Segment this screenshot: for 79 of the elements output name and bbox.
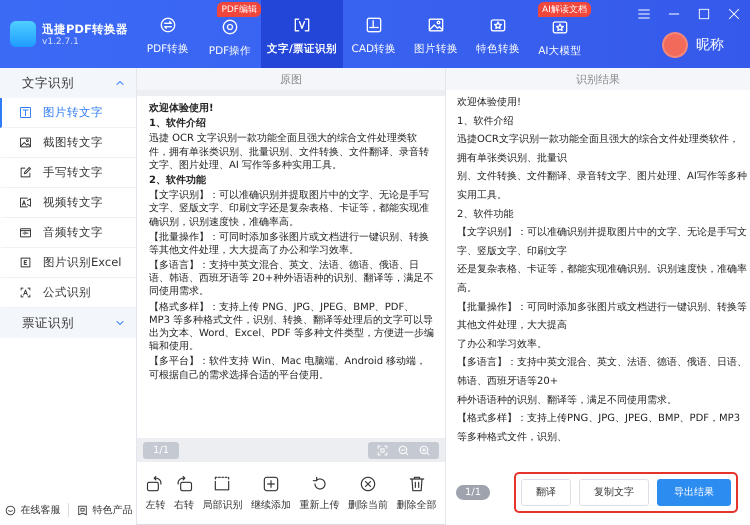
document-paragraph: 迅捷 OCR 文字识别一款功能全面且强大的综合文件处理类软件，拥有单张类识别、批量识别、文件转换、文件翻译、录音转文字、图片处理、AI 写作等多种实用工具。 [149,132,430,172]
text-icon [18,105,33,120]
group-title: 文字识别 [22,74,74,92]
exchange-icon [158,15,178,35]
toolbar-button[interactable]: 继续添加 [250,474,291,512]
result-line: 字、竖版文字、印刷文字 [457,244,567,259]
result-line: 等多种格式文件，识别、 [457,430,567,445]
app-name: 迅捷PDF转换器 [42,22,128,36]
toolbar-button[interactable]: 删除全部 [396,474,437,512]
sidebar-item[interactable]: 视频转文字 [0,188,136,218]
bookmark-icon [76,504,88,516]
pen-icon [18,165,33,180]
nav-tab[interactable]: CAD转换 [342,0,405,68]
document-heading: 欢迎体验使用! [149,102,215,116]
result-line: 其他文件处理，大大提高 [457,318,567,334]
result-line: 实用工具。 [457,188,507,203]
document-paragraph: 【多语言】：支持中英文混合、英文、法语、德语、俄语、日语、韩语、西班牙语等 20+种外语语种的识别、翻译等，满足不同使用需求。 [149,259,434,299]
toolbar-button[interactable]: 删除当前 [348,474,388,512]
sidebar-item[interactable]: 手写转文字 [0,158,136,188]
panel-title: 原图 [137,68,445,90]
panel-title: 识别结果 [446,68,750,90]
sheet-icon [18,255,33,270]
toolbar-button[interactable]: 重新上传 [300,474,340,512]
document-heading: 2、软件功能 [149,174,207,188]
footer-link[interactable]: 特色产品 [76,503,132,517]
group-header[interactable]: 票证识别 [0,308,136,338]
sidebar-item[interactable]: 音频转文字 [0,218,136,248]
result-line: 【文字识别】：可以准确识别并提取图片中的文字、无论是手写文 [457,226,747,240]
action-button[interactable]: 复制文字 [579,478,649,506]
group-title: 票证识别 [22,314,74,332]
toolbar-button[interactable]: 右转 [174,474,194,512]
drawing-frame-icon [364,15,384,35]
result-line: 【格式多样】：支持上传PNG、JPG、JPEG、BMP、PDF，MP3 [457,412,740,426]
maximize-icon[interactable] [696,6,712,22]
nav-tab[interactable]: 文字/票证识别 [261,0,343,68]
document-paragraph: 【多平台】：软件支持 Win、Mac 电脑端、Android 移动端，可根据自己的需求选择合适的平台使用。 [149,355,428,382]
sidebar-item[interactable]: 图片识别Excel [0,248,136,278]
tab-badge: AI解读文档 [538,2,591,17]
gear-icon [220,17,240,37]
document-heading: 1、软件介绍 [149,117,207,130]
tab-badge: PDF编辑 [217,2,261,17]
chat-icon [4,504,16,516]
avatar [662,32,688,58]
result-line: 了办公和学习效率。 [457,338,547,352]
nav-tab[interactable]: PDF转换 [137,0,199,68]
app-logo [10,21,36,47]
page-indicator: 1/1 [456,484,490,500]
formula-icon [18,285,33,300]
toolbar-button[interactable]: 左转 [145,474,166,512]
toolbar-button[interactable]: 局部识别 [202,474,242,512]
result-line: 韩语、西班牙语等20+ [457,374,558,389]
result-line: 【批量操作】：可同时添加多张图片或文档进行一键识别、转换等 [457,300,747,315]
document-paragraph: 【批量操作】：可同时添加多张图片或文档进行一键识别、转换等其他文件处理，大大提高了办公和学习效率。 [149,230,430,258]
result-line: 欢迎体验使用! [457,96,522,110]
result-line: 还是复杂表格、卡证等，都能实现准确识别。识别速度快，准确率 [457,262,747,278]
video-icon [18,195,33,210]
result-line: 迅捷OCR文字识别一款功能全面且强大的综合文件处理类软件， [457,132,739,148]
app-version: v1.2.7.1 [42,36,80,46]
result-line: 高。 [457,282,477,296]
page-indicator: 1/1 [143,442,180,458]
user-name[interactable]: 昵称 [696,36,724,54]
result-line: 【多语言】：支持中英文混合、英文、法语、德语、俄语、日语、 [457,356,747,370]
group-header[interactable]: 文字识别 [0,68,136,98]
action-button[interactable]: 翻译 [521,478,571,506]
result-line: 别、文件转换、文件翻译、录音转文字、图片处理、AI写作等多种 [457,170,747,184]
nav-tab[interactable]: 图片转换 [404,0,467,68]
result-line: 拥有单张类识别、批量识 [457,152,567,166]
footer-link[interactable]: 在线客服 [4,503,60,517]
image-icon [18,135,33,150]
nav-tab[interactable]: AI大模型 [528,17,591,70]
nav-tab[interactable]: PDF操作 [199,17,261,70]
close-icon[interactable] [726,6,742,22]
result-line: 种外语语种的识别、翻译等，满足不同使用需求。 [457,394,677,408]
sidebar-item[interactable]: 截图转文字 [0,128,136,158]
result-line: 2、软件功能 [457,208,514,222]
nav-tab[interactable]: 特色转换 [466,0,529,68]
document-paragraph: 【格式多样】：支持上传 PNG、JPG、JPEG、BMP、PDF、MP3 等多种格式文件，识别、转换、翻译等处理后的文字可以导出为文本、Word、Excel、PDF 等多种文件类型，方便进一步编辑和使用。 [149,300,435,354]
result-line: 1、软件介绍 [457,114,514,129]
document-paragraph: 【文字识别】：可以准确识别并提取图片中的文字、无论是手写文字、竖版文字、印刷文字还是复杂表格、卡证等，都能实现准确识别，识别速度快，准确率高。 [149,189,430,229]
